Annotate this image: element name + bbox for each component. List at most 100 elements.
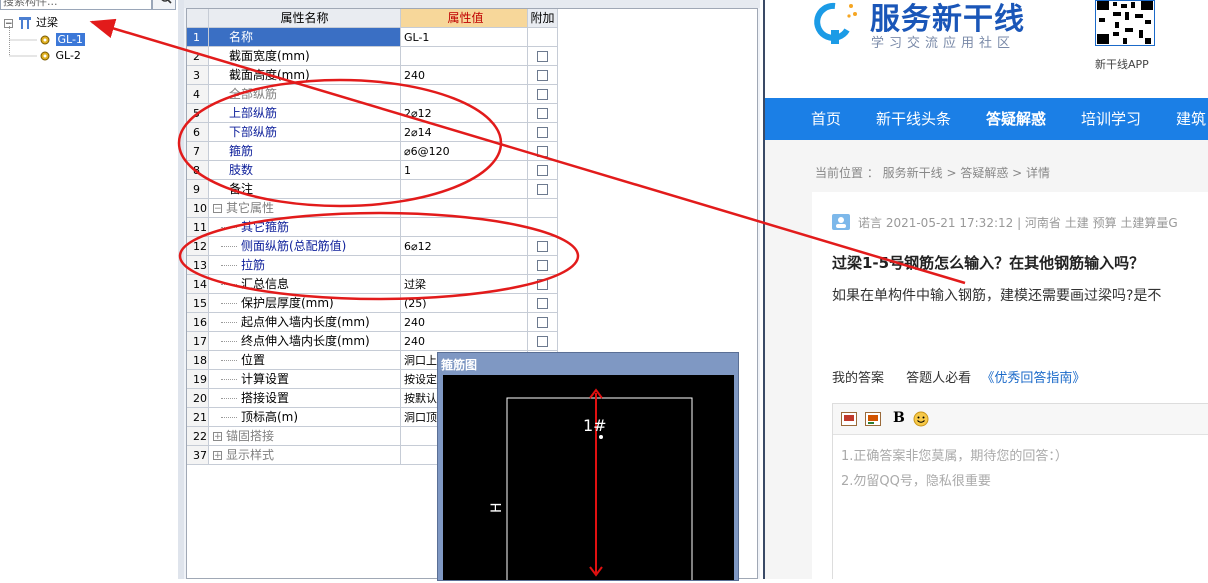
row-number: 15 xyxy=(187,294,209,313)
property-value[interactable]: 1 xyxy=(401,161,528,180)
property-row[interactable]: 15 保护层厚度(mm) (25) xyxy=(187,294,559,313)
site-logo-icon xyxy=(814,2,857,44)
row-number: 17 xyxy=(187,332,209,351)
row-number: 6 xyxy=(187,123,209,142)
property-row[interactable]: 7 箍筋 ⌀6@120 xyxy=(187,142,559,161)
nav-qa[interactable]: 答疑解惑 xyxy=(986,98,1046,140)
tree-connector-lines xyxy=(9,26,37,57)
row-number: 8 xyxy=(187,161,209,180)
property-row[interactable]: 12 侧面纵筋(总配筋值) 6⌀12 xyxy=(187,237,559,256)
attach-checkbox[interactable] xyxy=(537,70,548,81)
property-value[interactable]: 6⌀12 xyxy=(401,237,528,256)
breadcrumb[interactable]: 当前位置 ： 服务新干线 > 答疑解惑 > 详情 xyxy=(815,164,1050,181)
property-row[interactable]: 4 全部纵筋 xyxy=(187,85,559,104)
row-number: 1 xyxy=(187,28,209,47)
attach-checkbox[interactable] xyxy=(537,51,548,62)
answer-guide-link[interactable]: 《优秀回答指南》 xyxy=(981,371,1085,386)
attach-checkbox[interactable] xyxy=(537,184,548,195)
attach-checkbox[interactable] xyxy=(537,89,548,100)
tree-indent-line xyxy=(221,398,237,399)
tree-item-gl1[interactable]: GL-1 xyxy=(38,32,85,48)
property-name-label: 锚固搭接 xyxy=(226,429,275,443)
row-number: 37 xyxy=(187,446,209,465)
tree-search-button[interactable] xyxy=(152,0,176,10)
site-header: 服务新干线 学习交流应用社区 新干线APP xyxy=(765,0,1208,98)
property-row[interactable]: 9 备注 xyxy=(187,180,559,199)
answer-editor[interactable]: B 1.正确答案非您莫属，期待您的回答：） 2.勿留QQ号，隐私很重要 xyxy=(832,403,1208,579)
tree-item-gl2[interactable]: GL-2 xyxy=(38,48,81,64)
nav-training[interactable]: 培训学习 xyxy=(1081,98,1141,140)
property-row[interactable]: 13 拉筋 xyxy=(187,256,559,275)
tree-indent-line xyxy=(221,379,237,380)
app-download-label[interactable]: 新干线APP xyxy=(1095,56,1149,72)
property-row[interactable]: 17 终点伸入墙内长度(mm) 240 xyxy=(187,332,559,351)
insert-gallery-icon[interactable] xyxy=(865,412,881,426)
stirrup-diagram-window[interactable]: 箍筋图 1# H xyxy=(437,352,739,583)
property-name-label: 保护层厚度(mm) xyxy=(241,296,334,310)
stirrup-diagram-canvas: 1# H xyxy=(443,375,734,583)
property-value[interactable] xyxy=(401,256,528,275)
emoji-icon[interactable] xyxy=(913,411,929,427)
attach-checkbox[interactable] xyxy=(537,108,548,119)
header-extra: 附加 xyxy=(528,9,558,28)
expand-icon[interactable]: + xyxy=(213,432,222,442)
attach-checkbox[interactable] xyxy=(537,146,548,157)
row-number: 9 xyxy=(187,180,209,199)
stirrup-diagram: 1# H xyxy=(489,388,693,583)
property-row[interactable]: 1 名称 GL-1 xyxy=(187,28,559,47)
tree-indent-line xyxy=(221,227,237,228)
property-name-label: 截面宽度(mm) xyxy=(229,49,310,63)
property-row[interactable]: 10− 其它属性 xyxy=(187,199,559,218)
property-row[interactable]: 14 汇总信息 过梁 xyxy=(187,275,559,294)
property-row[interactable]: 8 肢数 1 xyxy=(187,161,559,180)
attach-checkbox[interactable] xyxy=(537,317,548,328)
nav-headlines[interactable]: 新干线头条 xyxy=(876,98,951,140)
expand-icon[interactable]: + xyxy=(213,451,222,461)
property-row[interactable]: 16 起点伸入墙内长度(mm) 240 xyxy=(187,313,559,332)
tree-indent-line xyxy=(221,303,237,304)
property-row[interactable]: 5 上部纵筋 2⌀12 xyxy=(187,104,559,123)
property-value[interactable]: 240 xyxy=(401,332,528,351)
property-name-label: 下部纵筋 xyxy=(229,125,278,139)
bold-button[interactable]: B xyxy=(893,410,905,426)
component-gear-icon xyxy=(40,35,50,45)
property-value[interactable]: 2⌀12 xyxy=(401,104,528,123)
nav-home[interactable]: 首页 xyxy=(811,98,841,140)
property-value[interactable] xyxy=(401,85,528,104)
attach-cell xyxy=(528,256,558,275)
property-value[interactable]: 2⌀14 xyxy=(401,123,528,142)
property-name: 全部纵筋 xyxy=(209,85,401,104)
property-value[interactable]: 240 xyxy=(401,313,528,332)
property-value[interactable] xyxy=(401,180,528,199)
attach-checkbox[interactable] xyxy=(537,298,548,309)
tree-search-input[interactable]: 搜索构件... xyxy=(0,0,152,10)
property-name-label: 终点伸入墙内长度(mm) xyxy=(241,334,370,348)
insert-image-icon[interactable] xyxy=(841,412,857,426)
attach-checkbox[interactable] xyxy=(537,336,548,347)
property-value[interactable]: 过梁 xyxy=(401,275,528,294)
attach-checkbox[interactable] xyxy=(537,260,548,271)
attach-checkbox[interactable] xyxy=(537,241,548,252)
property-row[interactable]: 11 其它箍筋 xyxy=(187,218,559,237)
attach-checkbox[interactable] xyxy=(537,127,548,138)
property-name-label: 搭接设置 xyxy=(241,391,290,405)
attach-cell xyxy=(528,275,558,294)
property-value[interactable] xyxy=(401,47,528,66)
attach-checkbox[interactable] xyxy=(537,165,548,176)
property-row[interactable]: 6 下部纵筋 2⌀14 xyxy=(187,123,559,142)
nav-construction[interactable]: 建筑 xyxy=(1176,98,1206,140)
property-value[interactable]: GL-1 xyxy=(401,28,528,47)
row-number: 14 xyxy=(187,275,209,294)
property-value[interactable]: 240 xyxy=(401,66,528,85)
property-value[interactable] xyxy=(401,218,528,237)
row-number: 20 xyxy=(187,389,209,408)
property-name: 搭接设置 xyxy=(209,389,401,408)
grid-header-row: 属性名称 属性值 附加 xyxy=(187,9,559,28)
property-row[interactable]: 2 截面宽度(mm) xyxy=(187,47,559,66)
collapse-icon[interactable]: − xyxy=(213,204,222,214)
property-row[interactable]: 3 截面高度(mm) 240 xyxy=(187,66,559,85)
property-value[interactable] xyxy=(401,199,528,218)
property-value[interactable]: (25) xyxy=(401,294,528,313)
property-value[interactable]: ⌀6@120 xyxy=(401,142,528,161)
attach-checkbox[interactable] xyxy=(537,279,548,290)
